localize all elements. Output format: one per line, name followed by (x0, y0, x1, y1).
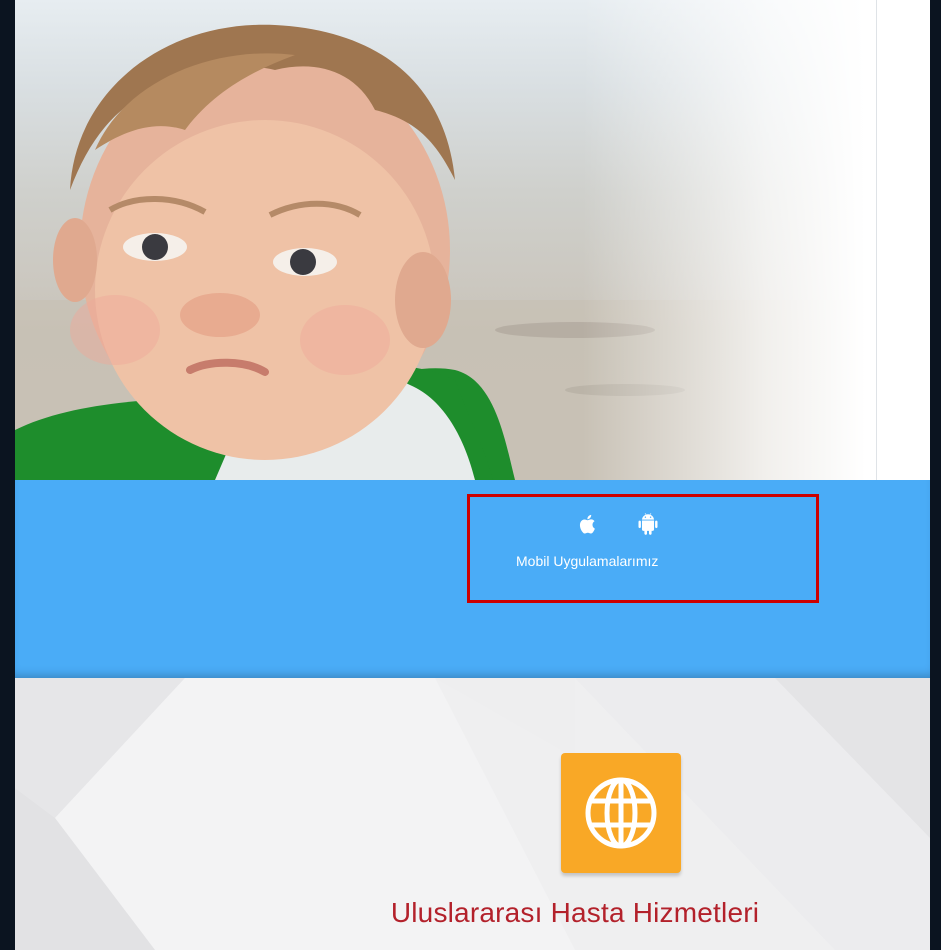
android-icon[interactable] (638, 513, 658, 535)
window-frame-left (0, 0, 15, 950)
international-services-title[interactable]: Uluslararası Hasta Hizmetleri (315, 897, 835, 929)
mobile-apps-label[interactable]: Mobil Uygulamalarımız (470, 553, 816, 569)
globe-icon (585, 777, 657, 849)
mobile-app-icons (578, 513, 668, 535)
mobile-apps-highlight[interactable]: Mobil Uygulamalarımız (467, 494, 819, 603)
apple-icon[interactable] (578, 513, 598, 535)
mobile-apps-band: Mobil Uygulamalarımız (15, 480, 930, 678)
international-services-tile[interactable] (561, 753, 681, 873)
services-section: Uluslararası Hasta Hizmetleri (15, 678, 930, 950)
hero-banner (15, 0, 930, 480)
hero-fade-overlay (15, 0, 930, 480)
web-page: Mobil Uygulamalarımız Uluslararası Hasta… (15, 0, 930, 950)
hero-right-divider (876, 0, 877, 480)
window-frame-right (930, 0, 941, 950)
hero-right-panel (877, 0, 930, 480)
